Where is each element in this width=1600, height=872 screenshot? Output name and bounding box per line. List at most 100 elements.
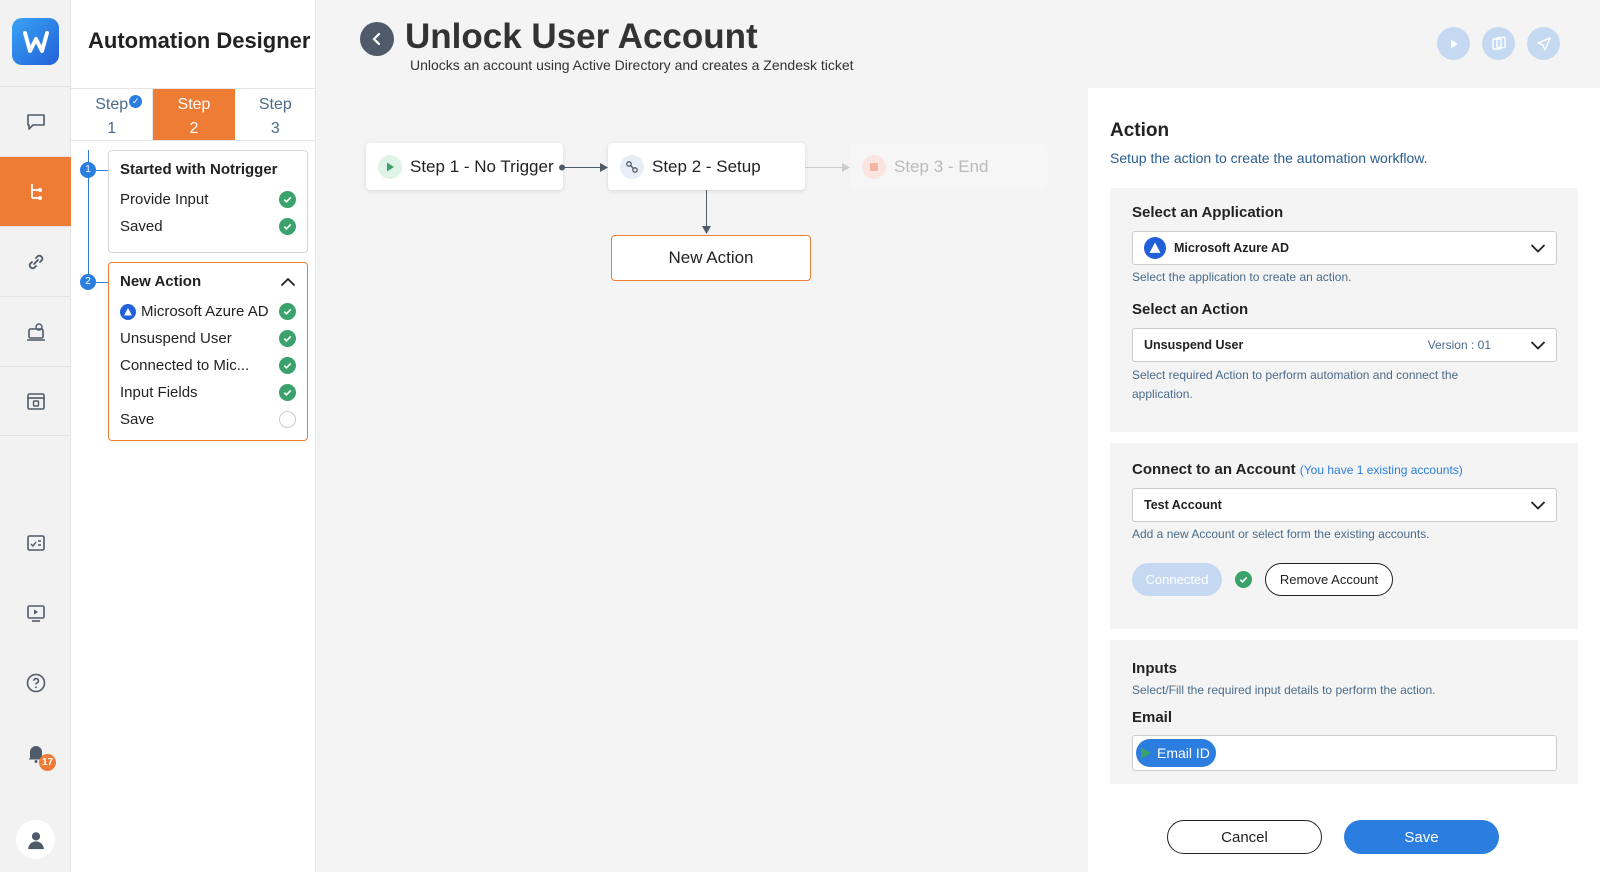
timeline-tick xyxy=(96,282,108,283)
save-button[interactable]: Save xyxy=(1344,820,1499,854)
card-row: Unsuspend User xyxy=(120,325,296,352)
arrowhead xyxy=(702,226,711,234)
copy-icon xyxy=(1491,36,1506,50)
tab-step-1[interactable]: Step 1 ✓ xyxy=(71,89,154,140)
publish-button[interactable] xyxy=(1527,27,1560,60)
action-value: Unsuspend User xyxy=(1144,338,1244,352)
chat-icon xyxy=(26,113,45,130)
help-icon xyxy=(26,673,45,693)
step-card-action[interactable]: New Action Microsoft Azure AD Unsuspend … xyxy=(108,262,308,441)
step-tabs: Step 1 ✓ Step 2 Step 3 xyxy=(71,88,316,141)
action-panel-subtitle: Setup the action to create the automatio… xyxy=(1110,150,1428,166)
application-select[interactable]: Microsoft Azure AD xyxy=(1132,231,1557,265)
card-row: Microsoft Azure AD xyxy=(120,298,296,325)
link-icon xyxy=(28,254,43,269)
logo-icon xyxy=(22,30,49,53)
forms-nav[interactable] xyxy=(0,508,71,578)
stop-icon xyxy=(862,154,886,179)
icon-rail: 17 xyxy=(0,0,71,872)
card-row: Input Fields xyxy=(120,379,296,406)
cancel-button[interactable]: Cancel xyxy=(1167,820,1322,854)
workflow-nav[interactable] xyxy=(0,156,71,226)
application-section: Select an Application Microsoft Azure AD… xyxy=(1110,188,1578,432)
flow-node-step-1[interactable]: Step 1 - No Trigger xyxy=(366,143,563,190)
tab-word: Step xyxy=(177,96,211,113)
row-label: Unsuspend User xyxy=(120,330,232,347)
notifications-nav[interactable] xyxy=(0,718,71,788)
card-title: Started with Notrigger xyxy=(120,161,278,178)
play-icon xyxy=(378,154,402,179)
panel-title: Automation Designer xyxy=(88,28,311,53)
card-row: Connected to Mic... xyxy=(120,352,296,379)
chat-nav[interactable] xyxy=(0,86,71,156)
row-label: Input Fields xyxy=(120,384,198,401)
form-icon xyxy=(26,535,45,551)
email-id-chip[interactable]: Email ID xyxy=(1136,739,1216,767)
inputs-help: Select/Fill the required input details t… xyxy=(1132,683,1436,697)
email-label: Email xyxy=(1132,709,1173,726)
application-value: Microsoft Azure AD xyxy=(1174,241,1290,255)
email-field[interactable]: Email ID xyxy=(1132,735,1557,771)
back-button[interactable] xyxy=(360,22,394,56)
account-label: Connect to an Account (You have 1 existi… xyxy=(1132,461,1556,478)
check-icon xyxy=(279,191,296,208)
play-icon xyxy=(1141,747,1151,759)
connector-dot xyxy=(559,164,565,171)
row-label-wrap: Microsoft Azure AD xyxy=(120,303,269,320)
account-select[interactable]: Test Account xyxy=(1132,488,1557,522)
monitor-play-icon xyxy=(26,605,45,622)
account-section: Connect to an Account (You have 1 existi… xyxy=(1110,443,1578,629)
account-help: Add a new Account or select form the exi… xyxy=(1132,527,1430,541)
help-nav[interactable] xyxy=(0,648,71,718)
row-label: Microsoft Azure AD xyxy=(141,303,269,320)
inputs-section: Inputs Select/Fill the required input de… xyxy=(1110,640,1578,784)
flow-node-step-2[interactable]: Step 2 - Setup xyxy=(608,143,805,190)
new-action-node[interactable]: New Action xyxy=(611,235,811,281)
check-icon xyxy=(279,303,296,320)
timeline-marker-2: 2 xyxy=(80,274,96,290)
application-help: Select the application to create an acti… xyxy=(1132,270,1352,284)
tab-number: 3 xyxy=(270,120,280,137)
notification-badge: 17 xyxy=(39,754,56,771)
send-icon xyxy=(1536,36,1551,51)
vault-nav[interactable] xyxy=(0,366,71,436)
tab-number: 1 xyxy=(107,120,117,137)
node-label: Step 3 - End xyxy=(894,156,989,176)
user-icon xyxy=(27,831,44,849)
workflow-icon xyxy=(30,183,42,200)
check-icon xyxy=(279,384,296,401)
inputs-label: Inputs xyxy=(1132,660,1177,677)
tab-step-3[interactable]: Step 3 xyxy=(235,89,316,140)
app-logo[interactable] xyxy=(12,18,59,65)
account-value: Test Account xyxy=(1144,498,1222,512)
chevron-up-icon[interactable] xyxy=(280,277,296,287)
action-label: Select an Action xyxy=(1132,301,1249,318)
tab-step-2[interactable]: Step 2 xyxy=(153,89,235,140)
chevron-left-icon xyxy=(372,32,381,46)
run-button[interactable] xyxy=(1437,27,1470,60)
workflow-canvas: Unlock User Account Unlocks an account u… xyxy=(316,0,1088,872)
arrowhead xyxy=(842,163,850,172)
copy-button[interactable] xyxy=(1482,27,1515,60)
step-card-trigger[interactable]: Started with Notrigger Provide Input Sav… xyxy=(108,150,308,253)
account-actions: Connected Remove Account xyxy=(1132,563,1556,596)
avatar[interactable] xyxy=(16,820,55,859)
links-nav[interactable] xyxy=(0,226,71,296)
chip-label: Email ID xyxy=(1157,745,1210,761)
connected-button[interactable]: Connected xyxy=(1132,563,1222,596)
card-row: Provide Input xyxy=(120,186,296,213)
play-icon xyxy=(1450,39,1458,48)
connector-vertical xyxy=(706,190,707,228)
azure-ad-icon xyxy=(120,303,136,320)
version-label: Version : 01 xyxy=(1427,338,1491,352)
agent-nav[interactable] xyxy=(0,296,71,366)
action-panel: Action Setup the action to create the au… xyxy=(1088,88,1600,872)
check-icon xyxy=(279,218,296,235)
check-icon xyxy=(279,330,296,347)
remove-account-button[interactable]: Remove Account xyxy=(1265,563,1393,596)
tab-word: Step xyxy=(258,96,292,113)
arrowhead xyxy=(600,163,608,172)
action-select[interactable]: Unsuspend User Version : 01 xyxy=(1132,328,1557,362)
chevron-down-icon xyxy=(1530,244,1546,253)
media-nav[interactable] xyxy=(0,578,71,648)
